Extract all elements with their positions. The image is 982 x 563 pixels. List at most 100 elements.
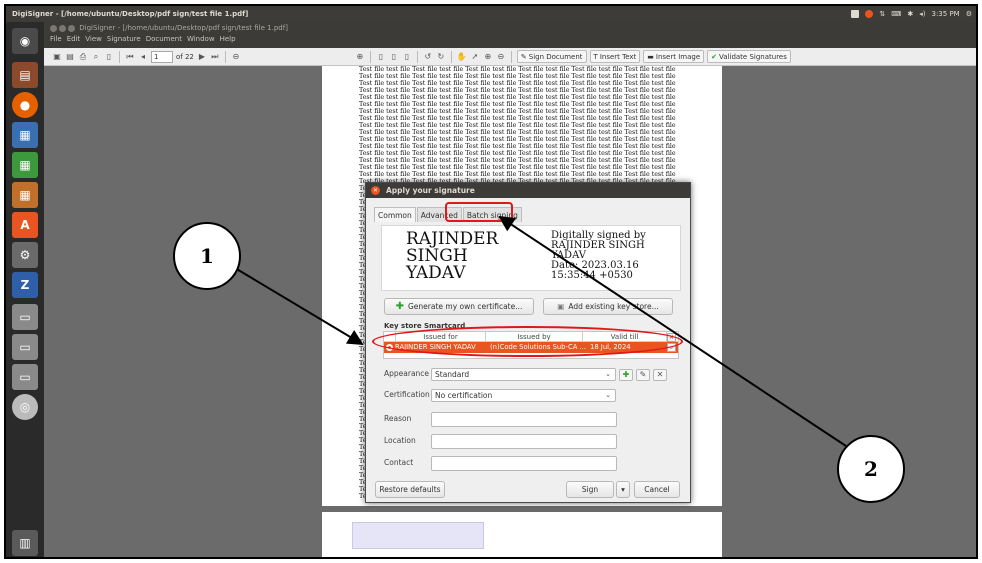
network-icon[interactable]: ⇅ [879, 6, 885, 22]
record-icon[interactable] [865, 10, 874, 18]
sign-button[interactable]: Sign [566, 481, 614, 498]
app-window-header: DigiSigner - [/home/ubuntu/Desktop/pdf s… [44, 22, 976, 48]
open-icon[interactable]: ▣ [52, 52, 62, 62]
generate-certificate-button[interactable]: ✚ Generate my own certificate... [384, 298, 534, 315]
select-tool-icon[interactable]: ➚ [470, 52, 480, 62]
callout-2-label: 2 [864, 457, 878, 481]
hand-tool-icon[interactable]: ✋ [457, 52, 467, 62]
pages-icon[interactable]: ▯ [104, 52, 114, 62]
cancel-button[interactable]: Cancel [634, 481, 680, 498]
reason-input[interactable] [431, 412, 617, 427]
ubuntu-store-icon[interactable] [851, 10, 860, 18]
impress-icon[interactable]: ▦ [12, 182, 38, 208]
drive-icon-1[interactable]: ▭ [12, 304, 38, 330]
preview-details: Digitally signed by RAJINDER SINGH YADAV… [551, 231, 646, 281]
zoom-out-tool-icon[interactable]: ⊖ [496, 52, 506, 62]
restore-defaults-button[interactable]: Restore defaults [375, 481, 445, 498]
appearance-select[interactable]: Standard ⌄ [431, 368, 616, 381]
zoom-out-icon[interactable]: ⊖ [231, 52, 241, 62]
delete-appearance-button[interactable]: ✕ [653, 369, 667, 381]
volume-icon[interactable]: ◂) [919, 6, 925, 22]
double-page-icon[interactable]: ▯ [389, 52, 399, 62]
last-page-icon[interactable]: ⏭ [210, 52, 220, 62]
menu-bar: File Edit View Signature Document Window… [50, 35, 236, 43]
certification-select[interactable]: No certification ⌄ [431, 389, 616, 402]
menu-signature[interactable]: Signature [107, 35, 141, 43]
disc-icon[interactable]: ◎ [12, 394, 38, 420]
calc-icon[interactable]: ▦ [12, 152, 38, 178]
menu-edit[interactable]: Edit [67, 35, 81, 43]
menu-document[interactable]: Document [146, 35, 182, 43]
document-text-line: Test file test file Test file test file … [359, 157, 676, 164]
add-keystore-label: Add existing key store... [568, 302, 659, 311]
preview-detail-line: 15:35:44 +0530 [551, 270, 633, 281]
chevron-down-icon: ⌄ [605, 391, 611, 399]
document-text-line: Test file test file Test file test file … [359, 122, 676, 129]
files-icon[interactable]: ▤ [12, 62, 38, 88]
rotate-left-icon[interactable]: ↺ [423, 52, 433, 62]
cancel-label: Cancel [644, 485, 670, 494]
callout-2: 2 [837, 435, 905, 503]
first-page-icon[interactable]: ⏮ [125, 52, 135, 62]
settings-icon[interactable]: ⚙ [966, 6, 972, 22]
zoom-in-tool-icon[interactable]: ⊕ [483, 52, 493, 62]
rotate-right-icon[interactable]: ↻ [436, 52, 446, 62]
drive-icon-2[interactable]: ▭ [12, 334, 38, 360]
menu-view[interactable]: View [85, 35, 102, 43]
sign-document-label: Sign Document [528, 52, 583, 61]
prev-page-icon[interactable]: ◂ [138, 52, 148, 62]
menu-file[interactable]: File [50, 35, 62, 43]
zoom-in-icon[interactable]: ⊕ [355, 52, 365, 62]
document-text-line: Test file test file Test file test file … [359, 101, 676, 108]
menu-help[interactable]: Help [220, 35, 236, 43]
zoom-icon[interactable]: ⌕ [91, 52, 101, 62]
close-window-icon[interactable] [50, 24, 57, 32]
edit-appearance-button[interactable]: ✎ [636, 369, 650, 381]
save-icon[interactable]: ▤ [65, 52, 75, 62]
toolbar-separator [119, 50, 120, 63]
window-title-row: DigiSigner - [/home/ubuntu/Desktop/pdf s… [50, 24, 288, 32]
appearance-label: Appearance [384, 369, 430, 378]
amazon-icon[interactable]: Z [12, 272, 38, 298]
clock[interactable]: 3:35 PM [932, 6, 960, 22]
close-icon[interactable]: ✕ [371, 186, 380, 195]
contact-input[interactable] [431, 456, 617, 471]
trash-icon[interactable]: ▥ [12, 530, 38, 556]
top-bar-title: DigiSigner - [/home/ubuntu/Desktop/pdf s… [12, 10, 249, 18]
document-text-line: Test file test file Test file test file … [359, 87, 676, 94]
sign-options-button[interactable]: ▾ [616, 481, 630, 498]
document-text-line: Test file test file Test file test file … [359, 171, 676, 178]
location-input[interactable] [431, 434, 617, 449]
preview-name-line: YADAV [406, 263, 466, 283]
print-icon[interactable]: ⎙ [78, 52, 88, 62]
writer-icon[interactable]: ▦ [12, 122, 38, 148]
firefox-icon[interactable]: ● [12, 92, 38, 118]
dialog-titlebar: ✕ Apply your signature [366, 183, 690, 198]
contact-label: Contact [384, 458, 414, 467]
page-number-input[interactable]: 1 [151, 50, 173, 63]
sign-document-button[interactable]: ✎ Sign Document [516, 50, 587, 63]
pdf-page-next [322, 512, 722, 557]
software-center-icon[interactable]: A [12, 212, 38, 238]
bluetooth-icon[interactable]: ✱ [907, 6, 913, 22]
tab-common[interactable]: Common [374, 207, 416, 222]
fit-page-icon[interactable]: ▯ [402, 52, 412, 62]
maximize-window-icon[interactable] [68, 24, 75, 32]
insert-text-button[interactable]: T Insert Text [589, 50, 641, 63]
add-appearance-button[interactable]: ✚ [619, 369, 633, 381]
preview-name: RAJINDER SINGH YADAV [406, 231, 498, 282]
dash-icon[interactable]: ◉ [12, 28, 38, 54]
keyboard-icon[interactable]: ⌨ [891, 6, 901, 22]
signature-field[interactable] [352, 522, 484, 549]
insert-image-button[interactable]: ▬ Insert Image [643, 50, 705, 63]
next-page-icon[interactable]: ▶ [197, 52, 207, 62]
validate-signatures-button[interactable]: ✔ Validate Signatures [707, 50, 791, 63]
document-text-line: Test file test file Test file test file … [359, 115, 676, 122]
plus-icon: ✚ [395, 301, 404, 312]
menu-window[interactable]: Window [187, 35, 215, 43]
add-keystore-button[interactable]: ▣ Add existing key store... [543, 298, 673, 315]
minimize-window-icon[interactable] [59, 24, 66, 32]
drive-icon-3[interactable]: ▭ [12, 364, 38, 390]
single-page-icon[interactable]: ▯ [376, 52, 386, 62]
system-settings-icon[interactable]: ⚙ [12, 242, 38, 268]
